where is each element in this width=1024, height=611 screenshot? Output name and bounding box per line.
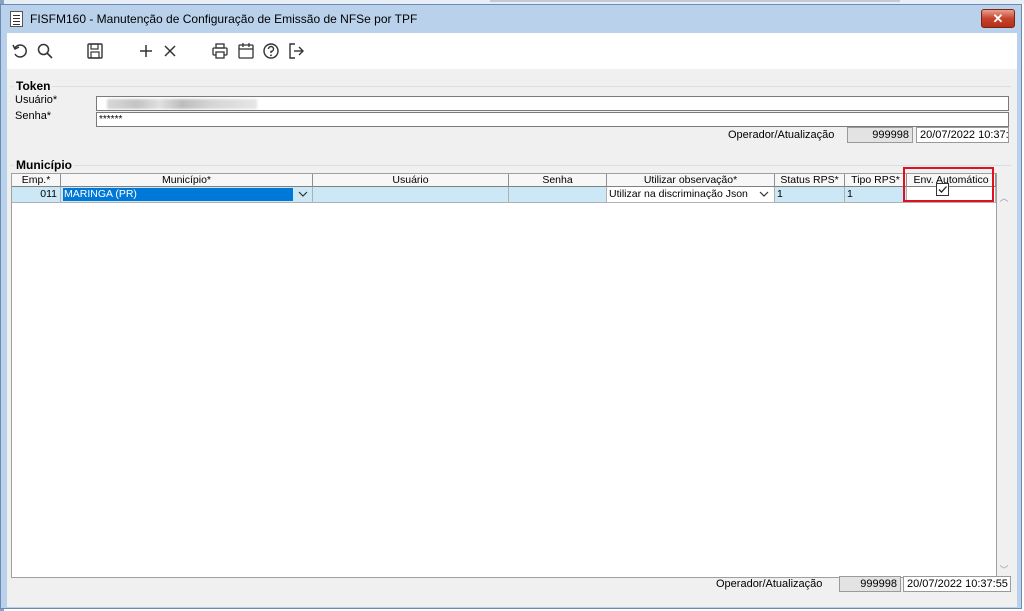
col-header-usuario[interactable]: Usuário (313, 174, 509, 187)
footer-operador-value: 999998 (839, 576, 901, 592)
scroll-up-icon[interactable]: ︿ (999, 193, 1009, 203)
token-group-title: Token (14, 79, 53, 93)
cell-municipio-select[interactable]: MARINGA (PR) (61, 187, 313, 203)
main-window: FISFM160 - Manutenção de Configuração de… (0, 4, 1022, 609)
cell-status-rps[interactable]: 1 (775, 187, 845, 203)
col-header-tipo-rps[interactable]: Tipo RPS* (845, 174, 907, 187)
col-header-senha[interactable]: Senha (509, 174, 607, 187)
token-group-border (11, 86, 1011, 87)
chevron-down-icon[interactable] (759, 188, 769, 200)
token-operador-value: 999998 (847, 127, 913, 143)
delete-icon[interactable] (160, 41, 180, 61)
print-icon[interactable] (210, 41, 230, 61)
window-title: FISFM160 - Manutenção de Configuração de… (30, 12, 418, 26)
municipio-grid: Emp.* Município* Usuário Senha Utilizar … (11, 173, 997, 578)
search-icon[interactable] (35, 41, 55, 61)
footer-data-value: 20/07/2022 10:37:55 (903, 576, 1011, 592)
token-data-value: 20/07/2022 10:37: (916, 127, 1009, 143)
footer-operador-label: Operador/Atualização (716, 578, 823, 590)
chevron-down-icon[interactable] (298, 188, 308, 200)
add-icon[interactable] (136, 41, 156, 61)
help-icon[interactable] (261, 41, 281, 61)
senha-label: Senha* (15, 110, 52, 122)
redacted-username (107, 99, 257, 109)
title-bar: FISFM160 - Manutenção de Configuração de… (1, 5, 1021, 33)
cell-tipo-rps[interactable]: 1 (845, 187, 907, 203)
save-icon[interactable] (85, 41, 105, 61)
token-usuario-field[interactable] (96, 96, 1009, 111)
municipio-group-title: Município (14, 158, 74, 172)
col-header-observacao[interactable]: Utilizar observação* (607, 174, 775, 187)
form-content: Token Usuário* Senha* ****** Operador/At… (7, 69, 1017, 607)
col-header-municipio[interactable]: Município* (61, 174, 313, 187)
scroll-down-icon[interactable]: ﹀ (999, 565, 1009, 575)
col-header-status-rps[interactable]: Status RPS* (775, 174, 845, 187)
col-header-emp[interactable]: Emp.* (12, 174, 61, 187)
close-button[interactable]: ✕ (981, 9, 1015, 28)
token-operador-label: Operador/Atualização (728, 129, 835, 141)
token-senha-field[interactable]: ****** (96, 112, 1009, 127)
exit-icon[interactable] (286, 41, 306, 61)
municipio-group-border (11, 165, 1011, 166)
cell-usuario[interactable] (313, 187, 509, 203)
document-icon (10, 11, 23, 27)
calendar-icon[interactable] (236, 41, 256, 61)
observacao-value: Utilizar na discriminação Json (609, 188, 748, 200)
annotation-highlight-box (903, 167, 994, 202)
toolbar (7, 33, 1017, 69)
vertical-scrollbar[interactable]: ︿ ﹀ (997, 173, 1011, 578)
cell-senha[interactable] (509, 187, 607, 203)
usuario-label: Usuário* (15, 94, 58, 106)
cell-emp[interactable]: 011 (12, 187, 61, 203)
municipio-selected-value: MARINGA (PR) (63, 188, 293, 201)
cell-observacao-select[interactable]: Utilizar na discriminação Json (607, 187, 775, 203)
undo-icon[interactable] (10, 41, 30, 61)
